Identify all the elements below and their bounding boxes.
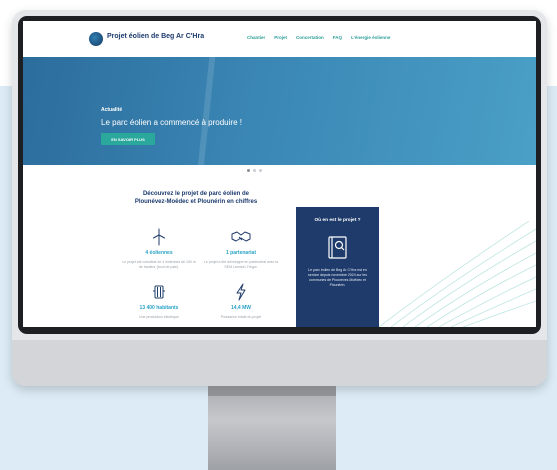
screen: Projet éolien de Beg Ar C'Hra Chantier P… <box>23 21 536 327</box>
stat-description: Une production électrique <box>139 315 179 319</box>
nav-item-chantier[interactable]: Chantier <box>247 35 265 40</box>
radiator-icon <box>153 285 165 299</box>
card-title: Où en est le projet ? <box>314 218 361 223</box>
monitor-bezel: Projet éolien de Beg Ar C'Hra Chantier P… <box>18 16 541 334</box>
logo-icon[interactable] <box>89 32 103 46</box>
lightning-icon <box>236 283 246 301</box>
project-status-card[interactable]: Où en est le projet ? Le parc éolien de … <box>296 207 379 327</box>
carousel-dot[interactable] <box>247 169 250 172</box>
nav-item-projet[interactable]: Projet <box>274 35 287 40</box>
hero-banner: Actualité Le parc éolien a commencé à pr… <box>23 57 536 165</box>
section-title: Découvrez le projet de parc éolien de Pl… <box>134 191 258 205</box>
stat-inhabitants: 13 400 habitants Une production électriq… <box>121 283 197 320</box>
hero-decoration <box>195 57 217 165</box>
carousel-dot[interactable] <box>259 169 262 172</box>
stat-turbines: 4 éoliennes Le projet est constitué de 4… <box>121 228 197 270</box>
stat-power: 14,4 MW Puissance totale du projet <box>203 283 279 320</box>
brand-title[interactable]: Projet éolien de Beg Ar C'Hra <box>107 33 204 40</box>
card-text: Le parc éolien de Beg Ar C'Hra est en se… <box>308 268 367 287</box>
learn-more-button[interactable]: EN SAVOIR PLUS <box>101 133 155 145</box>
wind-turbine-icon <box>153 228 165 246</box>
site-header: Projet éolien de Beg Ar C'Hra Chantier P… <box>23 21 536 57</box>
stat-partnership: 1 partenariat Le projet a été développé … <box>203 228 279 270</box>
monitor: Projet éolien de Beg Ar C'Hra Chantier P… <box>12 10 547 386</box>
carousel-dot[interactable] <box>253 169 256 172</box>
stat-description: Le projet a été développé en partenariat… <box>203 260 279 269</box>
stat-value: 13 400 habitants <box>139 305 179 311</box>
handshake-icon <box>231 231 251 242</box>
hero-tag: Actualité <box>101 107 123 113</box>
monitor-chin <box>12 340 547 386</box>
stat-description: Puissance totale du projet <box>220 315 262 319</box>
nav-item-energie[interactable]: L'énergie éolienne <box>351 35 390 40</box>
stat-value: 1 partenariat <box>225 250 256 256</box>
stat-value: 14,4 MW <box>230 305 251 311</box>
main-nav: Chantier Projet Concertation FAQ L'énerg… <box>247 35 390 40</box>
stat-value: 4 éoliennes <box>145 250 173 256</box>
stand-shadow <box>208 386 336 396</box>
carousel-dots <box>247 169 262 172</box>
stat-description: Le projet est constitué de 4 éoliennes d… <box>122 260 196 269</box>
decorative-lines <box>379 221 536 327</box>
book-icon <box>328 236 347 259</box>
hero-title: Le parc éolien a commencé à produire ! <box>101 118 242 127</box>
nav-item-concertation[interactable]: Concertation <box>296 35 324 40</box>
monitor-stand <box>208 386 336 470</box>
nav-item-faq[interactable]: FAQ <box>333 35 342 40</box>
